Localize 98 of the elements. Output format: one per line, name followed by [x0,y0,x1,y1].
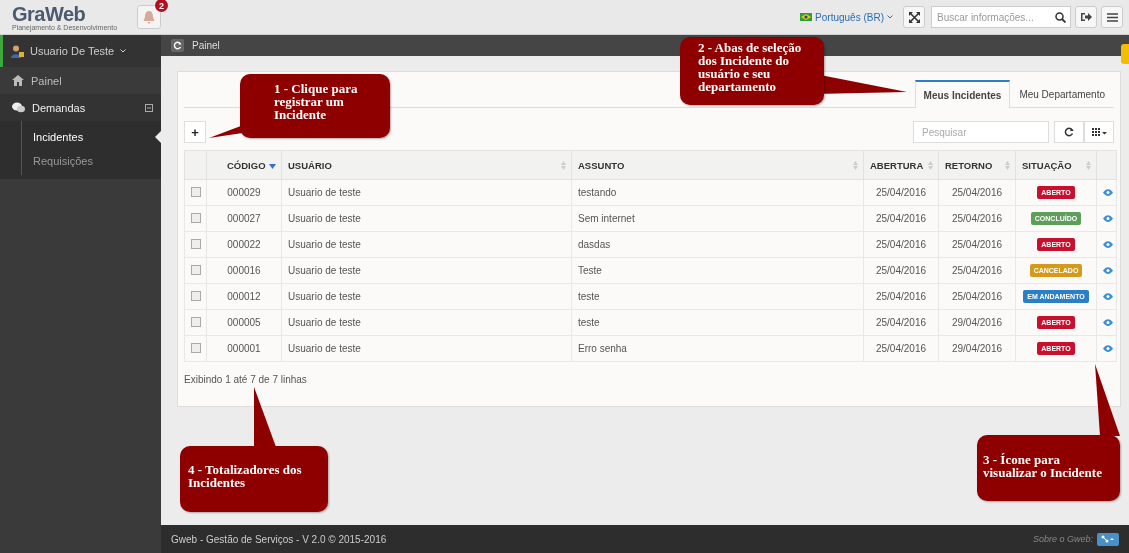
logout-button[interactable] [1075,6,1097,28]
refresh-button[interactable] [1054,121,1084,143]
table-cell: Teste [571,257,864,284]
table-cell: 000027 [206,205,282,232]
table-cell: Usuario de teste [281,231,572,258]
add-button[interactable]: + [184,121,206,143]
row-checkbox[interactable] [191,316,201,327]
footer-text: Gweb - Gestão de Serviços - V 2.0 © 2015-2016 [171,533,387,545]
language-dropdown[interactable]: Português (BR) [800,11,893,23]
table-cell: 000012 [206,283,282,310]
about-label: Sobre o Gweb: [1032,534,1093,544]
callout: 3 - Ícone para visualizar o Incidente [977,435,1120,501]
column-header[interactable]: USUÁRIO [281,150,572,180]
user-icon [11,44,24,58]
eye-icon[interactable] [1103,267,1113,274]
share-icon [1101,535,1115,543]
expand-icon [908,11,920,23]
column-header[interactable]: ABERTURA [863,150,939,180]
table-cell: 29/04/2016 [938,335,1016,362]
table-cell: 000022 [206,231,282,258]
table-cell: 25/04/2016 [863,257,939,284]
user-menu[interactable]: Usuario De Teste [0,35,161,67]
notification-badge: 2 [155,0,168,12]
table-cell: teste [571,309,864,336]
collapse-icon [145,103,153,112]
table-cell: 000001 [206,335,282,362]
home-icon [12,75,24,86]
table-cell: 25/04/2016 [863,179,939,206]
table-cell: Usuario de teste [281,283,572,310]
search-field[interactable]: Buscar informações... [931,6,1071,28]
eye-icon[interactable] [1103,215,1113,222]
menu-item[interactable]: Demandas [0,94,161,121]
table-cell: 25/04/2016 [938,205,1016,232]
table-cell: Usuario de teste [281,257,572,284]
row-checkbox[interactable] [191,212,201,223]
refresh-icon[interactable] [171,39,184,52]
table-cell: 000016 [206,257,282,284]
menu-button[interactable] [1101,6,1123,28]
column-header[interactable]: CÓDIGO [206,150,282,180]
search-icon[interactable] [1055,12,1066,23]
row-checkbox[interactable] [191,264,201,275]
callout: 2 - Abas de seleção dos Incidente do usuário e seu departamento [680,37,824,105]
pagination-info: Exibindo 1 até 7 de 7 linhas [184,374,308,385]
table-cell: 29/04/2016 [938,309,1016,336]
table-cell: Usuario de teste [281,309,572,336]
table-cell: dasdas [571,231,864,258]
bell-icon [143,10,155,24]
table-cell: 25/04/2016 [938,231,1016,258]
table-cell: Usuario de teste [281,179,572,206]
table-cell: Usuario de teste [281,335,572,362]
logout-icon [1080,12,1092,22]
eye-icon[interactable] [1103,345,1113,352]
callout: 4 - Totalizadores dos Incidentes [180,446,328,512]
grid-icon [1091,127,1107,137]
eye-icon[interactable] [1103,189,1113,196]
caret-icon [887,15,893,19]
row-checkbox[interactable] [191,342,201,353]
table-search-field[interactable]: Pesquisar [913,121,1049,143]
table-cell: 25/04/2016 [938,257,1016,284]
chat-icon [12,102,25,113]
table-cell: 000005 [206,309,282,336]
eye-icon[interactable] [1103,319,1113,326]
table-cell: 25/04/2016 [863,283,939,310]
table-cell: Erro senha [571,335,864,362]
notifications-button[interactable] [137,5,161,29]
table-cell: 25/04/2016 [863,335,939,362]
flag-icon [800,13,813,21]
submenu-item[interactable]: Incidentes [0,125,161,149]
table-cell: 25/04/2016 [938,283,1016,310]
table-cell: 25/04/2016 [863,309,939,336]
table-cell: Sem internet [571,205,864,232]
submenu-item[interactable]: Requisições [0,149,161,173]
logo: GraWeb [12,3,87,24]
column-header[interactable]: RETORNO [938,150,1016,180]
row-checkbox[interactable] [191,238,201,249]
breadcrumb: Painel [192,40,220,51]
table-cell: 25/04/2016 [863,205,939,232]
caret-icon [120,49,127,53]
column-header[interactable]: SITUAÇÃO [1015,150,1097,180]
refresh-icon [1064,127,1074,137]
row-checkbox[interactable] [191,290,201,301]
fullscreen-button[interactable] [903,6,925,28]
table-cell: Usuario de teste [281,205,572,232]
tab[interactable]: Meus Incidentes [914,80,1011,108]
eye-icon[interactable] [1103,241,1113,248]
eye-icon[interactable] [1103,293,1113,300]
menu-icon [1106,12,1118,22]
row-checkbox[interactable] [191,186,201,197]
column-header[interactable]: ASSUNTO [571,150,864,180]
table-cell: 25/04/2016 [938,179,1016,206]
columns-button[interactable] [1084,121,1114,143]
tab[interactable]: Meu Departamento [1010,80,1114,108]
table-cell: testando [571,179,864,206]
about-button[interactable] [1097,532,1119,546]
menu-item[interactable]: Painel [0,67,161,94]
table-cell: 000029 [206,179,282,206]
table-cell: 25/04/2016 [863,231,939,258]
table-cell: teste [571,283,864,310]
